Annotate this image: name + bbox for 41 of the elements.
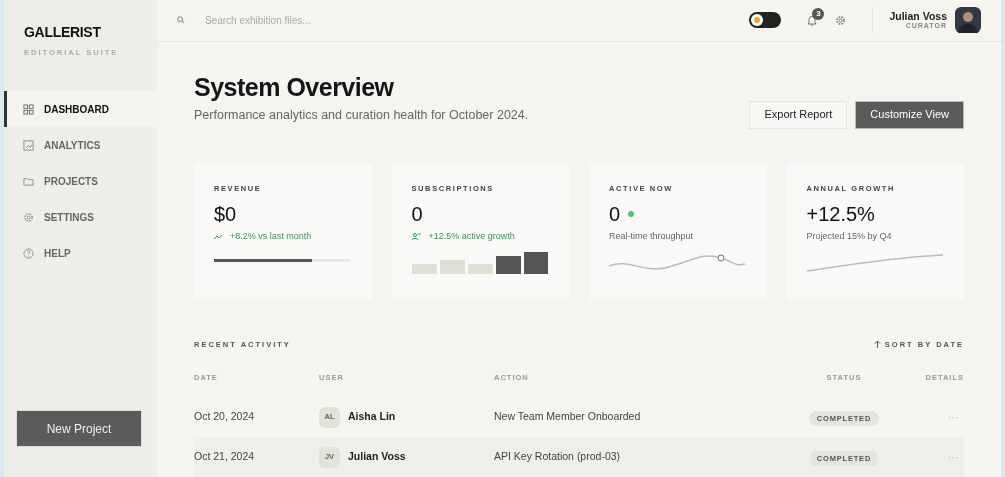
user-name: Julian Voss: [348, 449, 406, 465]
gear-icon: [23, 211, 34, 223]
date-cell-text: Oct 21, 2024: [194, 449, 256, 465]
chart-icon: [23, 139, 34, 151]
avatar[interactable]: [955, 7, 981, 34]
action-cell-text: API Key Rotation (prod-03): [494, 449, 622, 465]
user-name: Aisha Lin: [348, 409, 396, 425]
arrow-up-icon: [873, 340, 881, 349]
stat-note: Projected 15% by Q4: [806, 229, 892, 243]
settings-icon[interactable]: [835, 14, 847, 26]
bell-icon[interactable]: [807, 14, 818, 26]
stat-value: +12.5%: [806, 201, 875, 226]
stat-value: 0: [609, 201, 621, 226]
sidebar-item[interactable]: PROJECTS: [4, 163, 157, 200]
stat-change: +8.2% vs last month: [230, 229, 312, 243]
stat-value: $0: [214, 201, 237, 226]
notification-badge: 3: [812, 7, 825, 20]
trend-up-icon: [214, 233, 222, 240]
brand-name: GALLERIST: [24, 23, 102, 42]
stat-note: Real-time throughput: [609, 229, 694, 243]
customize-button[interactable]: Customize View: [855, 100, 964, 129]
search-icon: [177, 16, 185, 25]
page-subtitle: Performance analytics and curation health for October 2024.: [194, 106, 529, 124]
search-field[interactable]: Search exhibition files...: [203, 11, 740, 29]
action-cell-text: New Team Member Onboarded: [494, 409, 642, 425]
date-cell-text: Oct 20, 2024: [194, 409, 256, 425]
folder-icon: [23, 175, 34, 187]
help-icon: [23, 247, 34, 259]
sidebar-item[interactable]: SETTINGS: [4, 199, 157, 236]
new-project-button[interactable]: New Project: [16, 410, 142, 447]
page-title: System Overview: [194, 71, 395, 102]
users-icon: [411, 233, 421, 240]
export-button[interactable]: Export Report: [749, 100, 848, 129]
sidebar-item[interactable]: HELP: [4, 235, 157, 272]
user-name: Julian Voss: [889, 9, 947, 23]
theme-toggle[interactable]: [749, 12, 782, 29]
grid-icon: [23, 103, 34, 115]
sidebar-item[interactable]: ANALYTICS: [4, 127, 157, 164]
stat-change: +12.5% active growth: [428, 229, 515, 243]
stat-value: 0: [411, 201, 423, 226]
sidebar-item[interactable]: DASHBOARD: [4, 91, 157, 128]
